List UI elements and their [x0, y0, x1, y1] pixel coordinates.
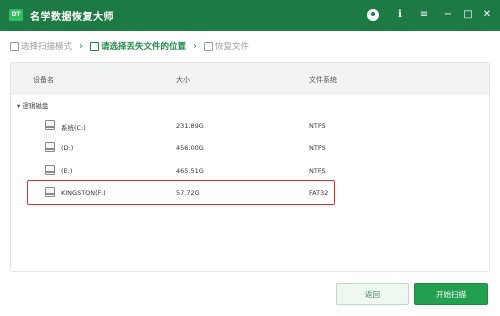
- app-logo: DT: [9, 9, 23, 21]
- collapse-toggle-icon[interactable]: ▾: [17, 102, 20, 110]
- device-size: 231.89G: [176, 122, 204, 130]
- device-fs: NTFS: [309, 144, 326, 152]
- chevron-right-icon: ›: [193, 40, 198, 52]
- start-scan-button[interactable]: 开始扫描: [414, 283, 488, 305]
- step-recover-files: 恢复文件: [204, 40, 249, 52]
- table-row[interactable]: (E:) 465.51G NTFS: [25, 160, 345, 182]
- selection-highlight-box: [27, 180, 335, 205]
- disk-icon: [45, 142, 55, 152]
- device-name: 系统(C:): [61, 124, 86, 132]
- device-name: (D:): [61, 144, 74, 152]
- step-scan-mode: 选择扫描模式: [10, 40, 72, 52]
- table-row[interactable]: 系统(C:) 231.89G NTFS: [25, 115, 345, 137]
- group-logical-disks[interactable]: ▾ 逻辑磁盘: [17, 100, 48, 110]
- menu-icon[interactable]: ≡: [417, 8, 431, 22]
- column-filesystem: 文件系统: [309, 76, 337, 84]
- app-window: DT 名学数据恢复大师 ℹ ≡ − □ ✕ 选择扫描模式 › 请选择丢失文件的位…: [0, 0, 500, 316]
- close-icon[interactable]: ✕: [480, 8, 494, 22]
- step-label: 请选择丢失文件的位置: [101, 42, 187, 52]
- step-select-location: 请选择丢失文件的位置: [90, 40, 186, 52]
- device-size: 456.00G: [176, 144, 204, 152]
- device-fs: NTFS: [309, 167, 326, 175]
- app-title: 名学数据恢复大师: [30, 12, 114, 23]
- device-size: 465.51G: [176, 167, 204, 175]
- location-icon: [90, 42, 100, 51]
- maximize-icon[interactable]: □: [461, 8, 475, 22]
- user-avatar-icon[interactable]: [367, 9, 379, 21]
- step-label: 恢复文件: [215, 42, 250, 52]
- step-label: 选择扫描模式: [21, 42, 73, 52]
- scan-mode-icon: [10, 42, 19, 51]
- step-breadcrumb: 选择扫描模式 › 请选择丢失文件的位置 › 恢复文件: [10, 36, 249, 56]
- title-bar: DT 名学数据恢复大师 ℹ ≡ − □ ✕: [0, 0, 500, 31]
- column-device-name: 设备名: [33, 76, 54, 84]
- disk-icon: [45, 165, 55, 175]
- device-fs: NTFS: [309, 122, 326, 130]
- table-header: 设备名 大小 文件系统: [11, 63, 489, 95]
- table-row[interactable]: (D:) 456.00G NTFS: [25, 137, 345, 159]
- group-label: 逻辑磁盘: [22, 102, 49, 110]
- device-table: 设备名 大小 文件系统 ▾ 逻辑磁盘 系统(C:) 231.89G NTFS (…: [10, 62, 490, 272]
- column-size: 大小: [176, 76, 190, 84]
- device-name: (E:): [61, 167, 73, 175]
- minimize-icon[interactable]: −: [441, 8, 455, 22]
- help-icon[interactable]: ℹ: [393, 8, 407, 22]
- chevron-right-icon: ›: [79, 40, 84, 52]
- disk-icon: [45, 120, 55, 130]
- recover-icon: [204, 42, 214, 51]
- back-button[interactable]: 返回: [336, 283, 409, 305]
